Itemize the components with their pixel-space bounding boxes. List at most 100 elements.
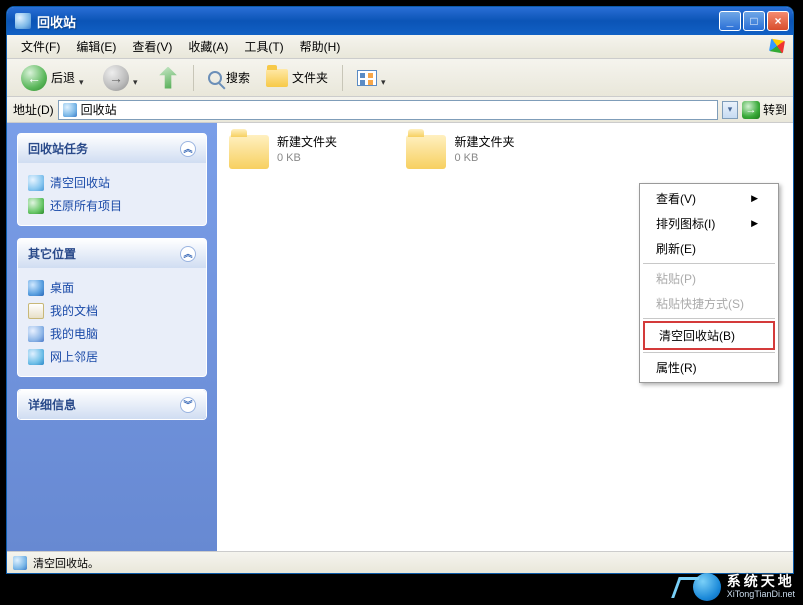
ctx-highlight: 清空回收站(B) xyxy=(643,321,775,350)
chevron-up-icon[interactable]: ︽ xyxy=(180,246,196,262)
sidebar-item-documents[interactable]: 我的文档 xyxy=(28,299,196,322)
empty-bin-icon xyxy=(28,175,44,191)
ctx-properties[interactable]: 属性(R) xyxy=(642,355,776,380)
address-bar: 地址(D) 回收站 ▾ → 转到 xyxy=(7,97,793,123)
address-input[interactable]: 回收站 xyxy=(58,100,718,120)
menu-favorites[interactable]: 收藏(A) xyxy=(180,36,236,57)
ctx-refresh[interactable]: 刷新(E) xyxy=(642,236,776,261)
forward-dropdown-icon[interactable] xyxy=(133,74,141,82)
views-button[interactable] xyxy=(351,67,395,89)
details-panel: 详细信息 ︾ xyxy=(17,389,207,420)
windows-flag-icon xyxy=(767,37,787,55)
network-icon xyxy=(28,349,44,365)
ctx-label: 清空回收站(B) xyxy=(659,327,735,344)
toolbar: ← 后退 → 搜索 文件夹 xyxy=(7,59,793,97)
go-icon: → xyxy=(742,101,760,119)
go-button[interactable]: → 转到 xyxy=(742,101,787,119)
minimize-button[interactable]: _ xyxy=(719,11,741,31)
sidebar-item-label: 我的文档 xyxy=(50,302,98,319)
chevron-up-icon[interactable]: ︽ xyxy=(180,141,196,157)
watermark-en: XiTongTianDi.net xyxy=(727,590,795,600)
list-item[interactable]: 新建文件夹 0 KB xyxy=(229,135,394,169)
views-icon xyxy=(357,70,377,86)
sidebar-item-label: 还原所有项目 xyxy=(50,197,122,214)
tasks-panel: 回收站任务 ︽ 清空回收站 还原所有项目 xyxy=(17,133,207,226)
address-dropdown-button[interactable]: ▾ xyxy=(722,101,738,119)
statusbar: 清空回收站。 xyxy=(7,551,793,573)
tasks-header[interactable]: 回收站任务 ︽ xyxy=(18,134,206,163)
chevron-down-icon[interactable]: ︾ xyxy=(180,397,196,413)
menubar: 文件(F) 编辑(E) 查看(V) 收藏(A) 工具(T) 帮助(H) xyxy=(7,35,793,59)
documents-icon xyxy=(28,303,44,319)
folder-icon xyxy=(266,69,288,87)
menu-help[interactable]: 帮助(H) xyxy=(292,36,349,57)
back-button[interactable]: ← 后退 xyxy=(15,62,93,94)
ctx-paste: 粘贴(P) xyxy=(642,266,776,291)
back-label: 后退 xyxy=(51,69,75,86)
file-name: 新建文件夹 xyxy=(277,135,337,151)
menu-view[interactable]: 查看(V) xyxy=(124,36,180,57)
address-label: 地址(D) xyxy=(13,101,54,118)
list-item[interactable]: 新建文件夹 0 KB xyxy=(406,135,571,169)
sidebar-item-empty-bin[interactable]: 清空回收站 xyxy=(28,171,196,194)
address-value: 回收站 xyxy=(81,101,117,118)
toolbar-separator xyxy=(342,65,343,91)
ctx-empty-recycle-bin[interactable]: 清空回收站(B) xyxy=(645,323,773,348)
titlebar[interactable]: 回收站 _ □ × xyxy=(7,7,793,35)
desktop-icon xyxy=(28,280,44,296)
go-label: 转到 xyxy=(763,101,787,118)
submenu-arrow-icon: ▶ xyxy=(751,193,758,204)
back-dropdown-icon[interactable] xyxy=(79,74,87,82)
submenu-arrow-icon: ▶ xyxy=(751,218,758,229)
folders-button[interactable]: 文件夹 xyxy=(260,66,334,90)
up-button[interactable] xyxy=(151,64,185,92)
ctx-label: 属性(R) xyxy=(656,359,697,376)
ctx-label: 刷新(E) xyxy=(656,240,696,257)
details-title: 详细信息 xyxy=(28,396,76,413)
ctx-label: 粘贴(P) xyxy=(656,270,696,287)
window-controls: _ □ × xyxy=(719,11,789,31)
sidebar-item-network[interactable]: 网上邻居 xyxy=(28,345,196,368)
folder-icon xyxy=(229,135,269,169)
recycle-bin-icon xyxy=(63,103,77,117)
explorer-window: 回收站 _ □ × 文件(F) 编辑(E) 查看(V) 收藏(A) 工具(T) … xyxy=(6,6,794,574)
ctx-separator xyxy=(643,318,775,319)
toolbar-separator xyxy=(193,65,194,91)
sidebar-item-my-computer[interactable]: 我的电脑 xyxy=(28,322,196,345)
watermark-logo-icon xyxy=(693,573,721,601)
folder-icon xyxy=(406,135,446,169)
close-button[interactable]: × xyxy=(767,11,789,31)
other-header[interactable]: 其它位置 ︽ xyxy=(18,239,206,268)
ctx-view[interactable]: 查看(V) ▶ xyxy=(642,186,776,211)
forward-button[interactable]: → xyxy=(97,62,147,94)
body: 回收站任务 ︽ 清空回收站 还原所有项目 其它位置 xyxy=(7,123,793,551)
status-text: 清空回收站。 xyxy=(33,555,99,571)
other-places-panel: 其它位置 ︽ 桌面 我的文档 我的电脑 xyxy=(17,238,207,377)
recycle-bin-icon xyxy=(13,556,27,570)
maximize-button[interactable]: □ xyxy=(743,11,765,31)
file-list[interactable]: 新建文件夹 0 KB 新建文件夹 0 KB 查看(V) ▶ 排列图标(I) xyxy=(217,123,793,551)
up-folder-icon xyxy=(157,67,179,89)
file-size: 0 KB xyxy=(454,151,514,165)
recycle-bin-icon xyxy=(15,13,31,29)
search-button[interactable]: 搜索 xyxy=(202,66,256,89)
ctx-label: 粘贴快捷方式(S) xyxy=(656,295,744,312)
details-header[interactable]: 详细信息 ︾ xyxy=(18,390,206,419)
ctx-arrange-icons[interactable]: 排列图标(I) ▶ xyxy=(642,211,776,236)
restore-icon xyxy=(28,198,44,214)
ctx-separator xyxy=(643,352,775,353)
ctx-separator xyxy=(643,263,775,264)
sidebar-item-desktop[interactable]: 桌面 xyxy=(28,276,196,299)
menu-edit[interactable]: 编辑(E) xyxy=(68,36,124,57)
other-title: 其它位置 xyxy=(28,245,76,262)
sidebar-item-restore-all[interactable]: 还原所有项目 xyxy=(28,194,196,217)
window-title: 回收站 xyxy=(37,12,719,31)
folders-label: 文件夹 xyxy=(292,69,328,86)
menu-tools[interactable]: 工具(T) xyxy=(236,36,291,57)
menu-file[interactable]: 文件(F) xyxy=(13,36,68,57)
sidebar-item-label: 我的电脑 xyxy=(50,325,98,342)
views-dropdown-icon[interactable] xyxy=(381,74,389,82)
watermark-cn: 系统天地 xyxy=(727,574,795,589)
ctx-label: 排列图标(I) xyxy=(656,215,715,232)
search-label: 搜索 xyxy=(226,69,250,86)
